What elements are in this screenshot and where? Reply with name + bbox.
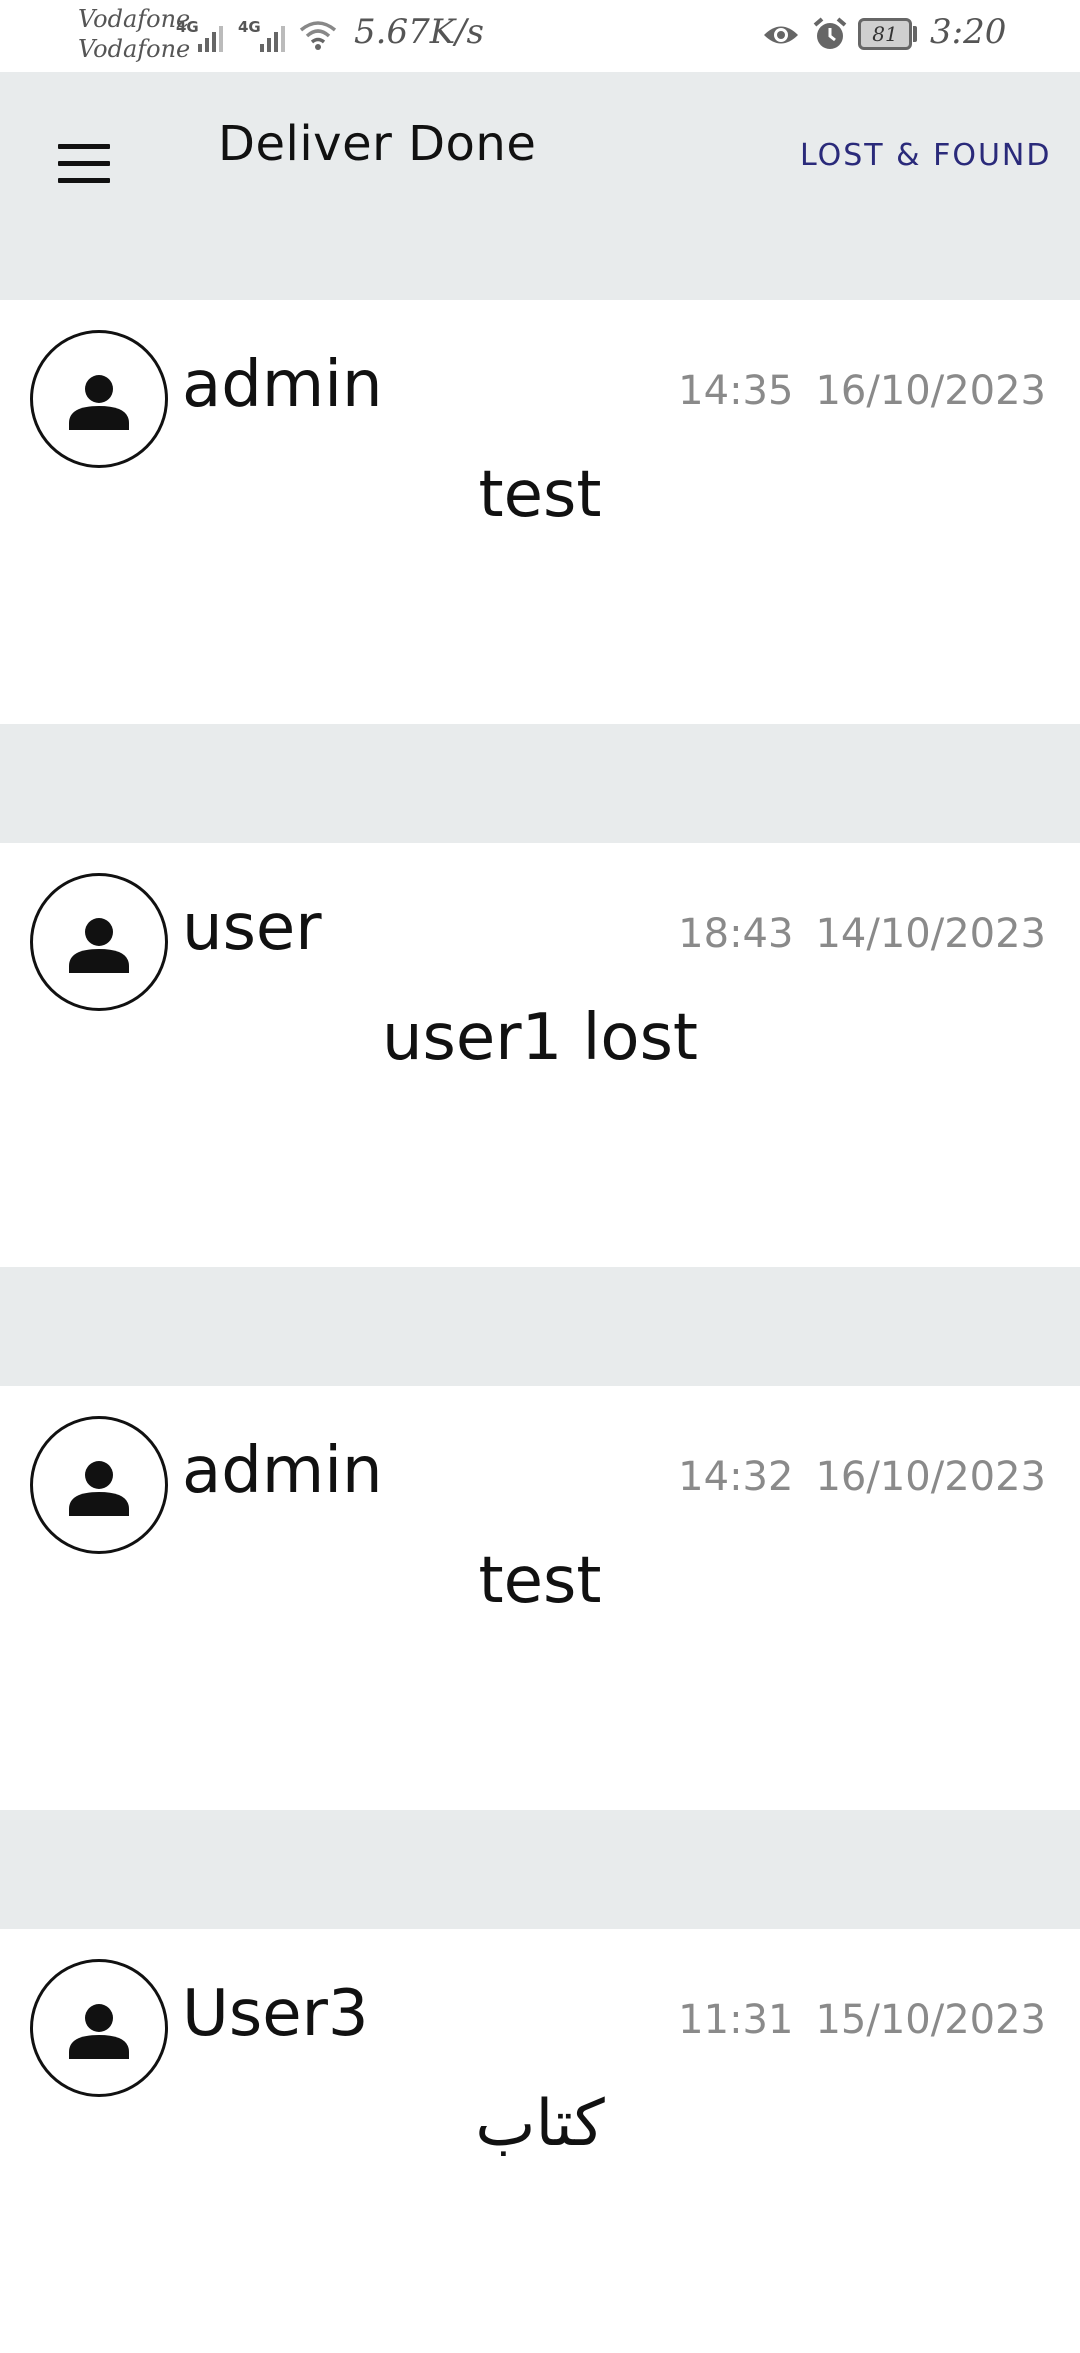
- person-icon: [69, 375, 129, 430]
- post-timestamp: 14:35 16/10/2023: [678, 368, 1046, 414]
- avatar[interactable]: [30, 1416, 168, 1554]
- battery-icon: 81: [858, 18, 912, 50]
- divider: [0, 724, 1080, 843]
- person-icon: [69, 918, 129, 973]
- post-card[interactable]: User3 11:31 15/10/2023 كتاب: [0, 1929, 1080, 2353]
- post-author: user: [182, 891, 322, 965]
- network-type-2: 4G: [238, 18, 261, 36]
- post-date: 14/10/2023: [815, 911, 1046, 957]
- avatar[interactable]: [30, 1959, 168, 2097]
- post-card[interactable]: admin 14:35 16/10/2023 test: [0, 300, 1080, 724]
- post-message: test: [478, 458, 602, 532]
- post-author: User3: [182, 1977, 369, 2051]
- avatar[interactable]: [30, 330, 168, 468]
- post-card[interactable]: user 18:43 14/10/2023 user1 lost: [0, 843, 1080, 1267]
- page-title: Deliver Done: [218, 116, 537, 172]
- post-timestamp: 14:32 16/10/2023: [678, 1454, 1046, 1500]
- post-feed: admin 14:35 16/10/2023 test user 18:43 14/…: [0, 300, 1080, 2353]
- net-speed: 5.67K/s: [354, 12, 485, 52]
- status-bar: Vodafone Vodafone 4G 4G 5.67K/s 81 3:20: [0, 0, 1080, 72]
- post-time: 14:35: [678, 368, 794, 414]
- post-author: admin: [182, 348, 383, 422]
- post-card[interactable]: admin 14:32 16/10/2023 test: [0, 1386, 1080, 1810]
- post-timestamp: 11:31 15/10/2023: [678, 1997, 1046, 2043]
- post-author: admin: [182, 1434, 383, 1508]
- signal-icon: 4G: [238, 18, 292, 52]
- post-time: 11:31: [678, 1997, 794, 2043]
- carrier-1: Vodafone: [78, 5, 191, 33]
- person-icon: [69, 2004, 129, 2059]
- avatar[interactable]: [30, 873, 168, 1011]
- post-message: test: [478, 1544, 602, 1618]
- post-timestamp: 18:43 14/10/2023: [678, 911, 1046, 957]
- network-type-1: 4G: [176, 18, 199, 36]
- wifi-icon: [299, 21, 337, 50]
- post-time: 14:32: [678, 1454, 794, 1500]
- eye-icon: [764, 26, 798, 44]
- divider: [0, 1810, 1080, 1929]
- lost-and-found-button[interactable]: LOST & FOUND: [800, 138, 1051, 173]
- person-icon: [69, 1461, 129, 1516]
- post-message: user1 lost: [381, 1001, 699, 1075]
- carrier-names: Vodafone Vodafone: [78, 4, 190, 64]
- app-bar: Deliver Done LOST & FOUND: [0, 72, 1080, 300]
- post-message: كتاب: [475, 2087, 605, 2161]
- divider: [0, 1267, 1080, 1386]
- status-time: 3:20: [930, 12, 1007, 52]
- signal-icon: 4G: [176, 18, 230, 52]
- carrier-2: Vodafone: [78, 35, 191, 63]
- post-date: 16/10/2023: [815, 1454, 1046, 1500]
- post-time: 18:43: [678, 911, 794, 957]
- battery-tip: [913, 26, 917, 42]
- post-date: 16/10/2023: [815, 368, 1046, 414]
- alarm-icon: [813, 17, 847, 49]
- post-date: 15/10/2023: [815, 1997, 1046, 2043]
- hamburger-menu-icon[interactable]: [52, 132, 116, 196]
